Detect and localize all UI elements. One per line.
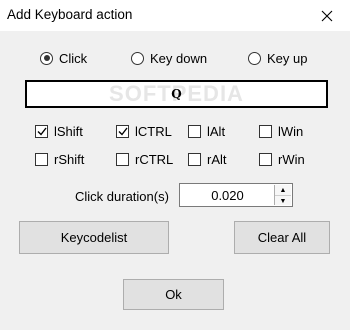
close-icon bbox=[321, 10, 333, 21]
key-value: Q bbox=[171, 87, 182, 101]
checkbox-ralt-label: rAlt bbox=[207, 151, 227, 167]
radio-key-up-label: Key up bbox=[267, 50, 308, 66]
checkbox-lwin-label: lWin bbox=[278, 123, 304, 139]
title-bar: Add Keyboard action bbox=[0, 0, 350, 31]
close-button[interactable] bbox=[304, 0, 350, 31]
checkbox-rctrl[interactable]: rCTRL bbox=[116, 151, 173, 167]
checkbox-box[interactable] bbox=[116, 152, 129, 166]
down-arrow-icon[interactable]: ▼ bbox=[275, 196, 291, 206]
checkbox-lwin[interactable]: lWin bbox=[259, 123, 303, 139]
stepper-arrows: ▲ ▼ bbox=[274, 185, 291, 205]
checkbox-box[interactable] bbox=[259, 152, 272, 166]
checkbox-lctrl-label: lCTRL bbox=[135, 123, 172, 139]
click-duration-label: Click duration(s) bbox=[75, 189, 169, 204]
checkbox-rshift-label: rShift bbox=[54, 151, 85, 167]
keycodelist-button[interactable]: Keycodelist bbox=[19, 221, 169, 254]
up-arrow-icon[interactable]: ▲ bbox=[275, 185, 291, 196]
radio-key-down[interactable]: Key down bbox=[131, 50, 207, 66]
radio-click-label: Click bbox=[59, 50, 88, 66]
window-title: Add Keyboard action bbox=[7, 7, 133, 22]
keycodelist-button-label: Keycodelist bbox=[60, 230, 128, 245]
checkbox-lshift[interactable]: lShift bbox=[35, 123, 83, 139]
clear-all-button[interactable]: Clear All bbox=[234, 221, 330, 254]
clear-all-button-label: Clear All bbox=[257, 230, 307, 245]
radio-indicator[interactable] bbox=[40, 51, 53, 65]
radio-key-down-label: Key down bbox=[150, 50, 208, 66]
radio-key-up[interactable]: Key up bbox=[248, 50, 307, 66]
checkbox-lshift-label: lShift bbox=[54, 123, 83, 139]
radio-indicator[interactable] bbox=[131, 51, 144, 65]
checkbox-lalt-label: lAlt bbox=[207, 123, 226, 139]
checkbox-rwin-label: rWin bbox=[278, 151, 305, 167]
checkbox-box[interactable] bbox=[188, 124, 201, 138]
checkbox-rwin[interactable]: rWin bbox=[259, 151, 305, 167]
checkbox-box[interactable] bbox=[35, 152, 48, 166]
key-display[interactable]: SOFTPEDIA Q bbox=[25, 80, 328, 108]
radio-indicator[interactable] bbox=[248, 51, 261, 65]
click-duration-stepper[interactable]: 0.020 ▲ ▼ bbox=[179, 183, 293, 207]
click-duration-value[interactable]: 0.020 bbox=[180, 188, 275, 203]
checkbox-box[interactable] bbox=[188, 152, 201, 166]
checkbox-lalt[interactable]: lAlt bbox=[188, 123, 225, 139]
checkbox-box[interactable] bbox=[116, 124, 129, 138]
checkmark-icon bbox=[118, 127, 128, 136]
ok-button[interactable]: Ok bbox=[123, 279, 224, 310]
checkbox-box[interactable] bbox=[259, 124, 272, 138]
checkbox-rshift[interactable]: rShift bbox=[35, 151, 84, 167]
checkbox-rctrl-label: rCTRL bbox=[135, 151, 174, 167]
checkbox-lctrl[interactable]: lCTRL bbox=[116, 123, 172, 139]
radio-click[interactable]: Click bbox=[40, 50, 87, 66]
checkmark-icon bbox=[37, 127, 47, 136]
ok-button-label: Ok bbox=[165, 287, 182, 302]
checkbox-ralt[interactable]: rAlt bbox=[188, 151, 227, 167]
checkbox-box[interactable] bbox=[35, 124, 48, 138]
